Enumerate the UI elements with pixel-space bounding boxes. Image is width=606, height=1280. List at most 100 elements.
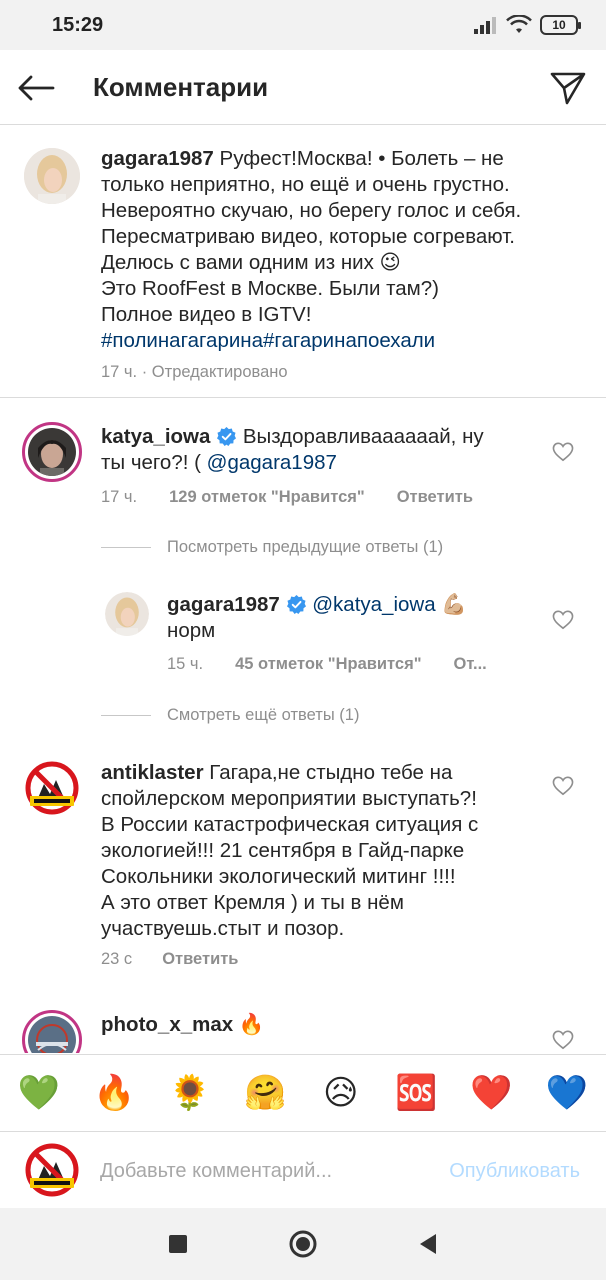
hugging-face-icon[interactable]: 🤗 bbox=[244, 1072, 286, 1114]
page-title: Комментарии bbox=[93, 72, 269, 102]
caption-line: Делюсь с вами одним из них 😉 bbox=[101, 251, 401, 274]
reply-username[interactable]: gagara1987 bbox=[167, 593, 280, 616]
avatar[interactable] bbox=[24, 760, 80, 816]
comments-list[interactable]: gagara1987 Руфест!Москва! • Болеть – не … bbox=[0, 126, 606, 1053]
caption-line: Это RoofFest в Москве. Были там?) bbox=[101, 277, 439, 300]
header: Комментарии bbox=[0, 50, 606, 125]
battery-icon: 10 bbox=[540, 15, 581, 35]
avatar[interactable] bbox=[24, 148, 80, 204]
comment-line: Гагара,не стыдно тебе на bbox=[209, 761, 453, 784]
arrow-left-icon bbox=[18, 75, 55, 101]
comment-line: участвуешь.стыт и позор. bbox=[101, 917, 345, 940]
mention-link[interactable]: @gagara1987 bbox=[207, 451, 337, 474]
verified-badge-icon bbox=[286, 595, 306, 614]
comment-line: экологией!!! 21 сентября в Гайд-парке bbox=[101, 839, 465, 862]
avatar-photo bbox=[24, 148, 80, 204]
comment-username[interactable]: antiklaster bbox=[101, 761, 204, 784]
divider bbox=[101, 715, 151, 716]
sad-relieved-face-icon[interactable]: 😥 bbox=[320, 1072, 362, 1114]
likes-count[interactable]: 129 отметок "Нравится" bbox=[169, 488, 365, 507]
comment-line: Сокольники экологический митинг !!!! bbox=[101, 865, 456, 888]
avatar-photo bbox=[24, 1142, 80, 1198]
view-replies-label: Посмотреть предыдущие ответы (1) bbox=[167, 538, 444, 556]
comment-line: Выздоравливаааааай, ну bbox=[242, 425, 484, 448]
caption-line: только неприятно, но ещё и очень грустно… bbox=[101, 173, 510, 196]
avatar-photo bbox=[105, 592, 149, 636]
likes-count[interactable]: 45 отметок "Нравится" bbox=[235, 655, 421, 674]
reply-button[interactable]: Ответить bbox=[162, 950, 238, 969]
comment-line: В России катастрофическая ситуация с bbox=[101, 813, 479, 836]
caption-text: gagara1987 Руфест!Москва! • Болеть – не … bbox=[101, 146, 571, 354]
comment-time: 23 с bbox=[101, 950, 133, 968]
comment-text: antiklaster Гагара,не стыдно тебе на спо… bbox=[101, 760, 541, 942]
share-button[interactable] bbox=[548, 68, 588, 108]
status-icons: 10 bbox=[474, 15, 581, 35]
divider bbox=[101, 547, 151, 548]
reply-text: gagara1987 @katya_iowa 💪🏼 норм bbox=[167, 592, 547, 644]
recents-button[interactable] bbox=[162, 1228, 194, 1260]
signal-icon bbox=[474, 17, 496, 34]
caption-username[interactable]: gagara1987 bbox=[101, 147, 214, 170]
caption-time: 17 ч. bbox=[101, 363, 138, 381]
green-heart-icon[interactable]: 💚 bbox=[18, 1072, 60, 1114]
comment-text: katya_iowa Выздоравливаааааай, ну ты чег… bbox=[101, 424, 531, 476]
caption-line: Руфест!Москва! • Болеть – не bbox=[219, 147, 504, 170]
caption-meta: 17 ч. · Отредактировано bbox=[101, 363, 288, 382]
heart-icon[interactable] bbox=[552, 610, 574, 630]
triangle-back-icon bbox=[420, 1234, 436, 1254]
square-icon bbox=[169, 1235, 187, 1253]
comment-meta: 23 с Ответить bbox=[101, 950, 238, 969]
comment-line: спойлерском мероприятии выступать?! bbox=[101, 787, 477, 810]
back-button[interactable] bbox=[14, 68, 58, 108]
paper-plane-icon bbox=[550, 72, 586, 105]
red-heart-icon[interactable]: ❤️ bbox=[470, 1072, 512, 1114]
reply-button[interactable]: Ответить bbox=[397, 488, 473, 507]
view-more-replies-button[interactable]: Смотреть ещё ответы (1) bbox=[101, 706, 359, 725]
status-time: 15:29 bbox=[52, 14, 104, 36]
caption-hashtags[interactable]: #полинагагарина#гагаринапоехали bbox=[101, 328, 571, 354]
caption-line: Пересматриваю видео, которые согревают. bbox=[101, 225, 516, 248]
wifi-icon bbox=[506, 15, 532, 33]
emoji-reaction-bar: 💚 🔥 🌻 🤗 😥 🆘 ❤️ 💙 bbox=[0, 1054, 606, 1131]
comment-username[interactable]: photo_x_max bbox=[101, 1013, 233, 1036]
system-nav-bar bbox=[0, 1208, 606, 1280]
publish-button[interactable]: Опубликовать bbox=[449, 1160, 580, 1183]
verified-badge-icon bbox=[217, 427, 237, 446]
comment-line: А это ответ Кремля ) и ты в нём bbox=[101, 891, 404, 914]
comment-username[interactable]: katya_iowa bbox=[101, 425, 210, 448]
avatar-photo bbox=[24, 760, 80, 816]
caption-edited: Отредактировано bbox=[151, 363, 288, 381]
view-previous-replies-button[interactable]: Посмотреть предыдущие ответы (1) bbox=[101, 538, 443, 557]
fire-icon[interactable]: 🔥 bbox=[93, 1072, 135, 1114]
heart-icon[interactable] bbox=[552, 442, 574, 462]
reply-time: 15 ч. bbox=[167, 655, 204, 673]
reply-button[interactable]: От... bbox=[454, 655, 487, 674]
system-back-button[interactable] bbox=[412, 1228, 444, 1260]
circle-icon bbox=[289, 1230, 317, 1258]
comment-input[interactable] bbox=[100, 1152, 420, 1190]
caption-line: Полное видео в IGTV! bbox=[101, 303, 312, 326]
comment-text: photo_x_max 🔥 bbox=[101, 1012, 531, 1038]
meta-separator: · bbox=[137, 363, 152, 381]
avatar bbox=[24, 1142, 80, 1198]
blue-heart-icon[interactable]: 💙 bbox=[546, 1072, 588, 1114]
fire-icon: 🔥 bbox=[238, 1013, 265, 1036]
view-replies-label: Смотреть ещё ответы (1) bbox=[167, 706, 360, 724]
avatar[interactable] bbox=[22, 422, 82, 482]
avatar-photo bbox=[28, 428, 76, 476]
flexed-biceps-icon: 💪🏼 bbox=[441, 593, 467, 616]
caption-line: Невероятно скучаю, но берегу голос и себ… bbox=[101, 199, 522, 222]
avatar[interactable] bbox=[22, 1010, 82, 1053]
status-bar: 15:29 10 bbox=[0, 0, 606, 50]
sos-icon[interactable]: 🆘 bbox=[395, 1072, 437, 1114]
reply-line: норм bbox=[167, 619, 216, 642]
avatar[interactable] bbox=[105, 592, 149, 636]
reply-meta: 15 ч. 45 отметок "Нравится" От... bbox=[167, 655, 487, 674]
sunflower-icon[interactable]: 🌻 bbox=[169, 1072, 211, 1114]
post-caption: gagara1987 Руфест!Москва! • Болеть – не … bbox=[0, 126, 606, 398]
mention-link[interactable]: @katya_iowa bbox=[312, 593, 435, 616]
comment-meta: 17 ч. 129 отметок "Нравится" Ответить bbox=[101, 488, 473, 507]
heart-icon[interactable] bbox=[552, 776, 574, 796]
heart-icon[interactable] bbox=[552, 1030, 574, 1050]
home-button[interactable] bbox=[287, 1228, 319, 1260]
